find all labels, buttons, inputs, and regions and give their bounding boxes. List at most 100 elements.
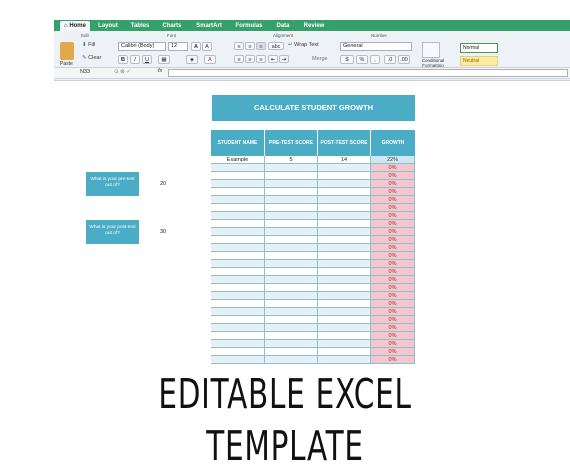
cell-post-test[interactable] bbox=[318, 244, 371, 252]
cell-student-name[interactable] bbox=[211, 316, 265, 324]
cell-growth[interactable]: 0% bbox=[371, 324, 415, 332]
formula-controls-icon[interactable]: ⊙ ⊗ ✓ bbox=[114, 69, 131, 75]
align-middle-button[interactable]: ≡ bbox=[245, 42, 255, 50]
decrease-indent-button[interactable]: ⇤ bbox=[268, 55, 278, 63]
cell-pre-test[interactable]: 5 bbox=[265, 156, 318, 164]
cell-post-test[interactable] bbox=[318, 180, 371, 188]
cell-pre-test[interactable] bbox=[265, 340, 318, 348]
cell-growth[interactable]: 0% bbox=[371, 356, 415, 364]
cell-student-name[interactable] bbox=[211, 212, 265, 220]
cell-student-name[interactable] bbox=[211, 340, 265, 348]
cell-post-test[interactable] bbox=[318, 172, 371, 180]
cell-student-name[interactable] bbox=[211, 260, 265, 268]
formula-input[interactable] bbox=[168, 69, 568, 77]
cell-growth[interactable]: 0% bbox=[371, 308, 415, 316]
cell-pre-test[interactable] bbox=[265, 196, 318, 204]
tab-review[interactable]: Review bbox=[300, 21, 328, 31]
fill-color-button[interactable]: ◈ bbox=[186, 55, 198, 64]
cell-student-name[interactable] bbox=[211, 228, 265, 236]
tab-smartart[interactable]: SmartArt bbox=[192, 21, 226, 31]
number-format-select[interactable]: General bbox=[340, 42, 412, 51]
cell-student-name[interactable] bbox=[211, 356, 265, 364]
cell-growth[interactable]: 0% bbox=[371, 252, 415, 260]
cell-post-test[interactable] bbox=[318, 356, 371, 364]
cell-pre-test[interactable] bbox=[265, 220, 318, 228]
cell-post-test[interactable] bbox=[318, 284, 371, 292]
italic-button[interactable]: I bbox=[130, 55, 140, 64]
cell-pre-test[interactable] bbox=[265, 316, 318, 324]
pre-test-total-value[interactable]: 20 bbox=[160, 181, 166, 187]
cell-pre-test[interactable] bbox=[265, 180, 318, 188]
align-top-button[interactable]: ≡ bbox=[234, 42, 244, 50]
cell-student-name[interactable] bbox=[211, 188, 265, 196]
increase-decimal-button[interactable]: .0 bbox=[384, 55, 396, 64]
cell-post-test[interactable] bbox=[318, 196, 371, 204]
font-name-select[interactable]: Calibri (Body) bbox=[118, 42, 166, 51]
cell-growth[interactable]: 0% bbox=[371, 284, 415, 292]
align-bottom-button[interactable]: ≡ bbox=[256, 42, 266, 50]
decrease-font-button[interactable]: A bbox=[202, 42, 212, 51]
cell-growth[interactable]: 0% bbox=[371, 348, 415, 356]
cell-pre-test[interactable] bbox=[265, 228, 318, 236]
cell-student-name[interactable] bbox=[211, 268, 265, 276]
align-right-button[interactable]: ≡ bbox=[256, 55, 266, 63]
increase-font-button[interactable]: A bbox=[191, 42, 201, 51]
font-size-select[interactable]: 12 bbox=[168, 42, 188, 51]
cell-growth[interactable]: 0% bbox=[371, 164, 415, 172]
cell-growth[interactable]: 0% bbox=[371, 180, 415, 188]
cell-growth[interactable]: 0% bbox=[371, 188, 415, 196]
cell-student-name[interactable] bbox=[211, 204, 265, 212]
cell-pre-test[interactable] bbox=[265, 324, 318, 332]
cell-student-name[interactable] bbox=[211, 284, 265, 292]
cell-growth[interactable]: 0% bbox=[371, 300, 415, 308]
fx-label[interactable]: fx bbox=[158, 68, 162, 74]
name-box[interactable]: N33 bbox=[80, 69, 90, 75]
cell-pre-test[interactable] bbox=[265, 204, 318, 212]
cell-student-name[interactable] bbox=[211, 180, 265, 188]
cell-pre-test[interactable] bbox=[265, 268, 318, 276]
cell-post-test[interactable] bbox=[318, 252, 371, 260]
cell-pre-test[interactable] bbox=[265, 284, 318, 292]
style-normal[interactable]: Normal bbox=[460, 43, 498, 53]
cell-post-test[interactable] bbox=[318, 324, 371, 332]
tab-charts[interactable]: Charts bbox=[158, 21, 186, 31]
cell-post-test[interactable] bbox=[318, 236, 371, 244]
cell-post-test[interactable] bbox=[318, 188, 371, 196]
bold-button[interactable]: B bbox=[118, 55, 128, 64]
cell-pre-test[interactable] bbox=[265, 276, 318, 284]
cell-growth[interactable]: 0% bbox=[371, 172, 415, 180]
cell-post-test[interactable] bbox=[318, 316, 371, 324]
cell-growth[interactable]: 0% bbox=[371, 316, 415, 324]
cell-student-name[interactable] bbox=[211, 324, 265, 332]
cell-growth[interactable]: 0% bbox=[371, 196, 415, 204]
cell-growth[interactable]: 0% bbox=[371, 268, 415, 276]
cell-pre-test[interactable] bbox=[265, 188, 318, 196]
cell-post-test[interactable] bbox=[318, 276, 371, 284]
cell-growth[interactable]: 0% bbox=[371, 244, 415, 252]
font-color-button[interactable]: A bbox=[204, 55, 216, 64]
tab-tables[interactable]: Tables bbox=[126, 21, 154, 31]
tab-data[interactable]: Data bbox=[272, 21, 294, 31]
cell-student-name[interactable] bbox=[211, 276, 265, 284]
cell-pre-test[interactable] bbox=[265, 300, 318, 308]
post-test-total-value[interactable]: 30 bbox=[160, 229, 166, 235]
cell-growth[interactable]: 0% bbox=[371, 340, 415, 348]
clear-button[interactable]: ✎ Clear bbox=[82, 55, 101, 61]
paste-icon[interactable] bbox=[60, 42, 74, 60]
cell-pre-test[interactable] bbox=[265, 252, 318, 260]
cell-growth[interactable]: 0% bbox=[371, 332, 415, 340]
cell-student-name[interactable] bbox=[211, 332, 265, 340]
cell-student-name[interactable] bbox=[211, 244, 265, 252]
cell-post-test[interactable] bbox=[318, 212, 371, 220]
cell-growth[interactable]: 0% bbox=[371, 236, 415, 244]
cell-student-name[interactable] bbox=[211, 252, 265, 260]
cell-pre-test[interactable] bbox=[265, 236, 318, 244]
cell-post-test[interactable] bbox=[318, 332, 371, 340]
cell-pre-test[interactable] bbox=[265, 332, 318, 340]
cell-post-test[interactable] bbox=[318, 260, 371, 268]
cell-student-name[interactable] bbox=[211, 308, 265, 316]
cell-post-test[interactable] bbox=[318, 204, 371, 212]
fill-button[interactable]: ⬇ Fill bbox=[82, 42, 95, 48]
cell-student-name[interactable] bbox=[211, 236, 265, 244]
cell-growth[interactable]: 0% bbox=[371, 260, 415, 268]
